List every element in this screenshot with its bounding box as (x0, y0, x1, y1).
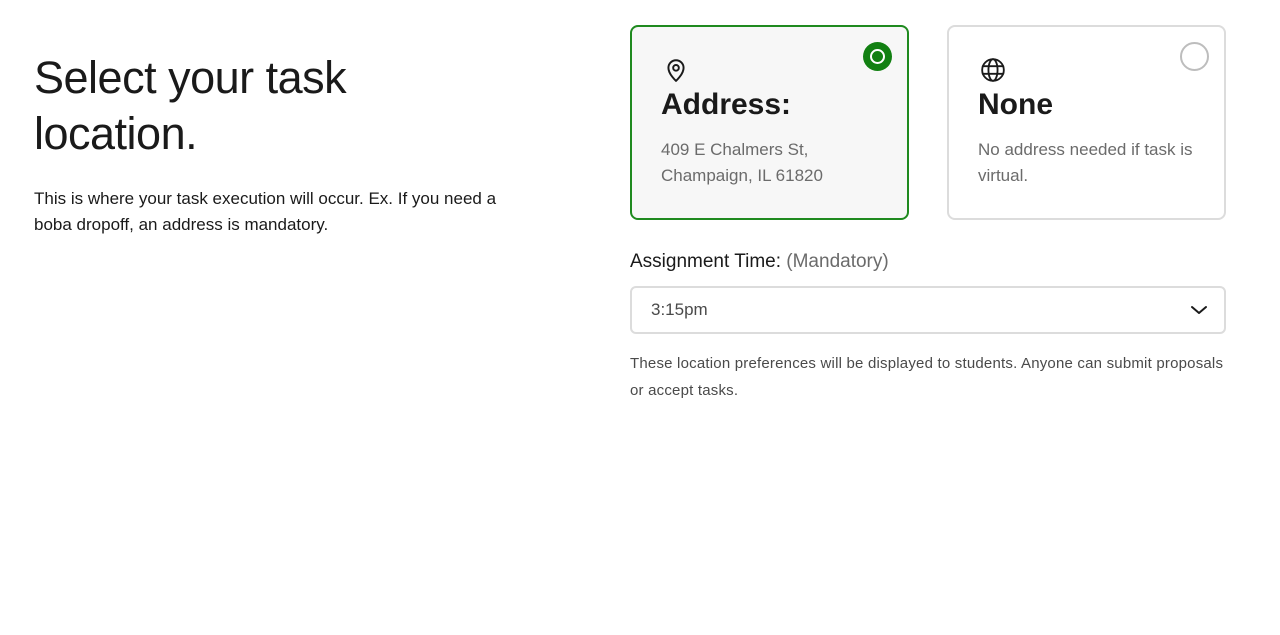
assignment-time-label-text: Assignment Time: (630, 251, 781, 272)
page-title: Select your task location. (34, 52, 347, 159)
address-option-card[interactable]: Address: 409 E Chalmers St, Champaign, I… (630, 25, 909, 220)
chevron-down-icon (1191, 306, 1207, 314)
visibility-note: These location preferences will be displ… (630, 355, 1224, 399)
assignment-time-select[interactable]: 3:15pm (630, 286, 1226, 334)
location-options: Address: 409 E Chalmers St, Champaign, I… (630, 25, 1226, 220)
none-option-description: No address needed if task is virtual. (978, 140, 1193, 185)
task-location-page: Select your task location. This is where… (0, 0, 1280, 635)
page-description: This is where your task execution will o… (34, 189, 497, 234)
intro-section: Select your task location. This is where… (34, 50, 504, 238)
none-radio-button[interactable] (1180, 42, 1209, 71)
assignment-time-value: 3:15pm (651, 300, 708, 319)
address-option-title: Address: (661, 88, 792, 121)
globe-icon (981, 58, 1005, 82)
location-form: Address: 409 E Chalmers St, Champaign, I… (630, 25, 1226, 404)
none-option-title: None (978, 88, 1053, 121)
assignment-time-label: Assignment Time: (Mandatory) (630, 250, 1226, 274)
map-pin-icon (667, 59, 685, 82)
none-option-card[interactable]: None No address needed if task is virtua… (947, 25, 1226, 220)
mandatory-qualifier: (Mandatory) (786, 251, 889, 272)
address-radio-button[interactable] (863, 42, 892, 71)
address-option-value: 409 E Chalmers St, Champaign, IL 61820 (661, 140, 823, 185)
